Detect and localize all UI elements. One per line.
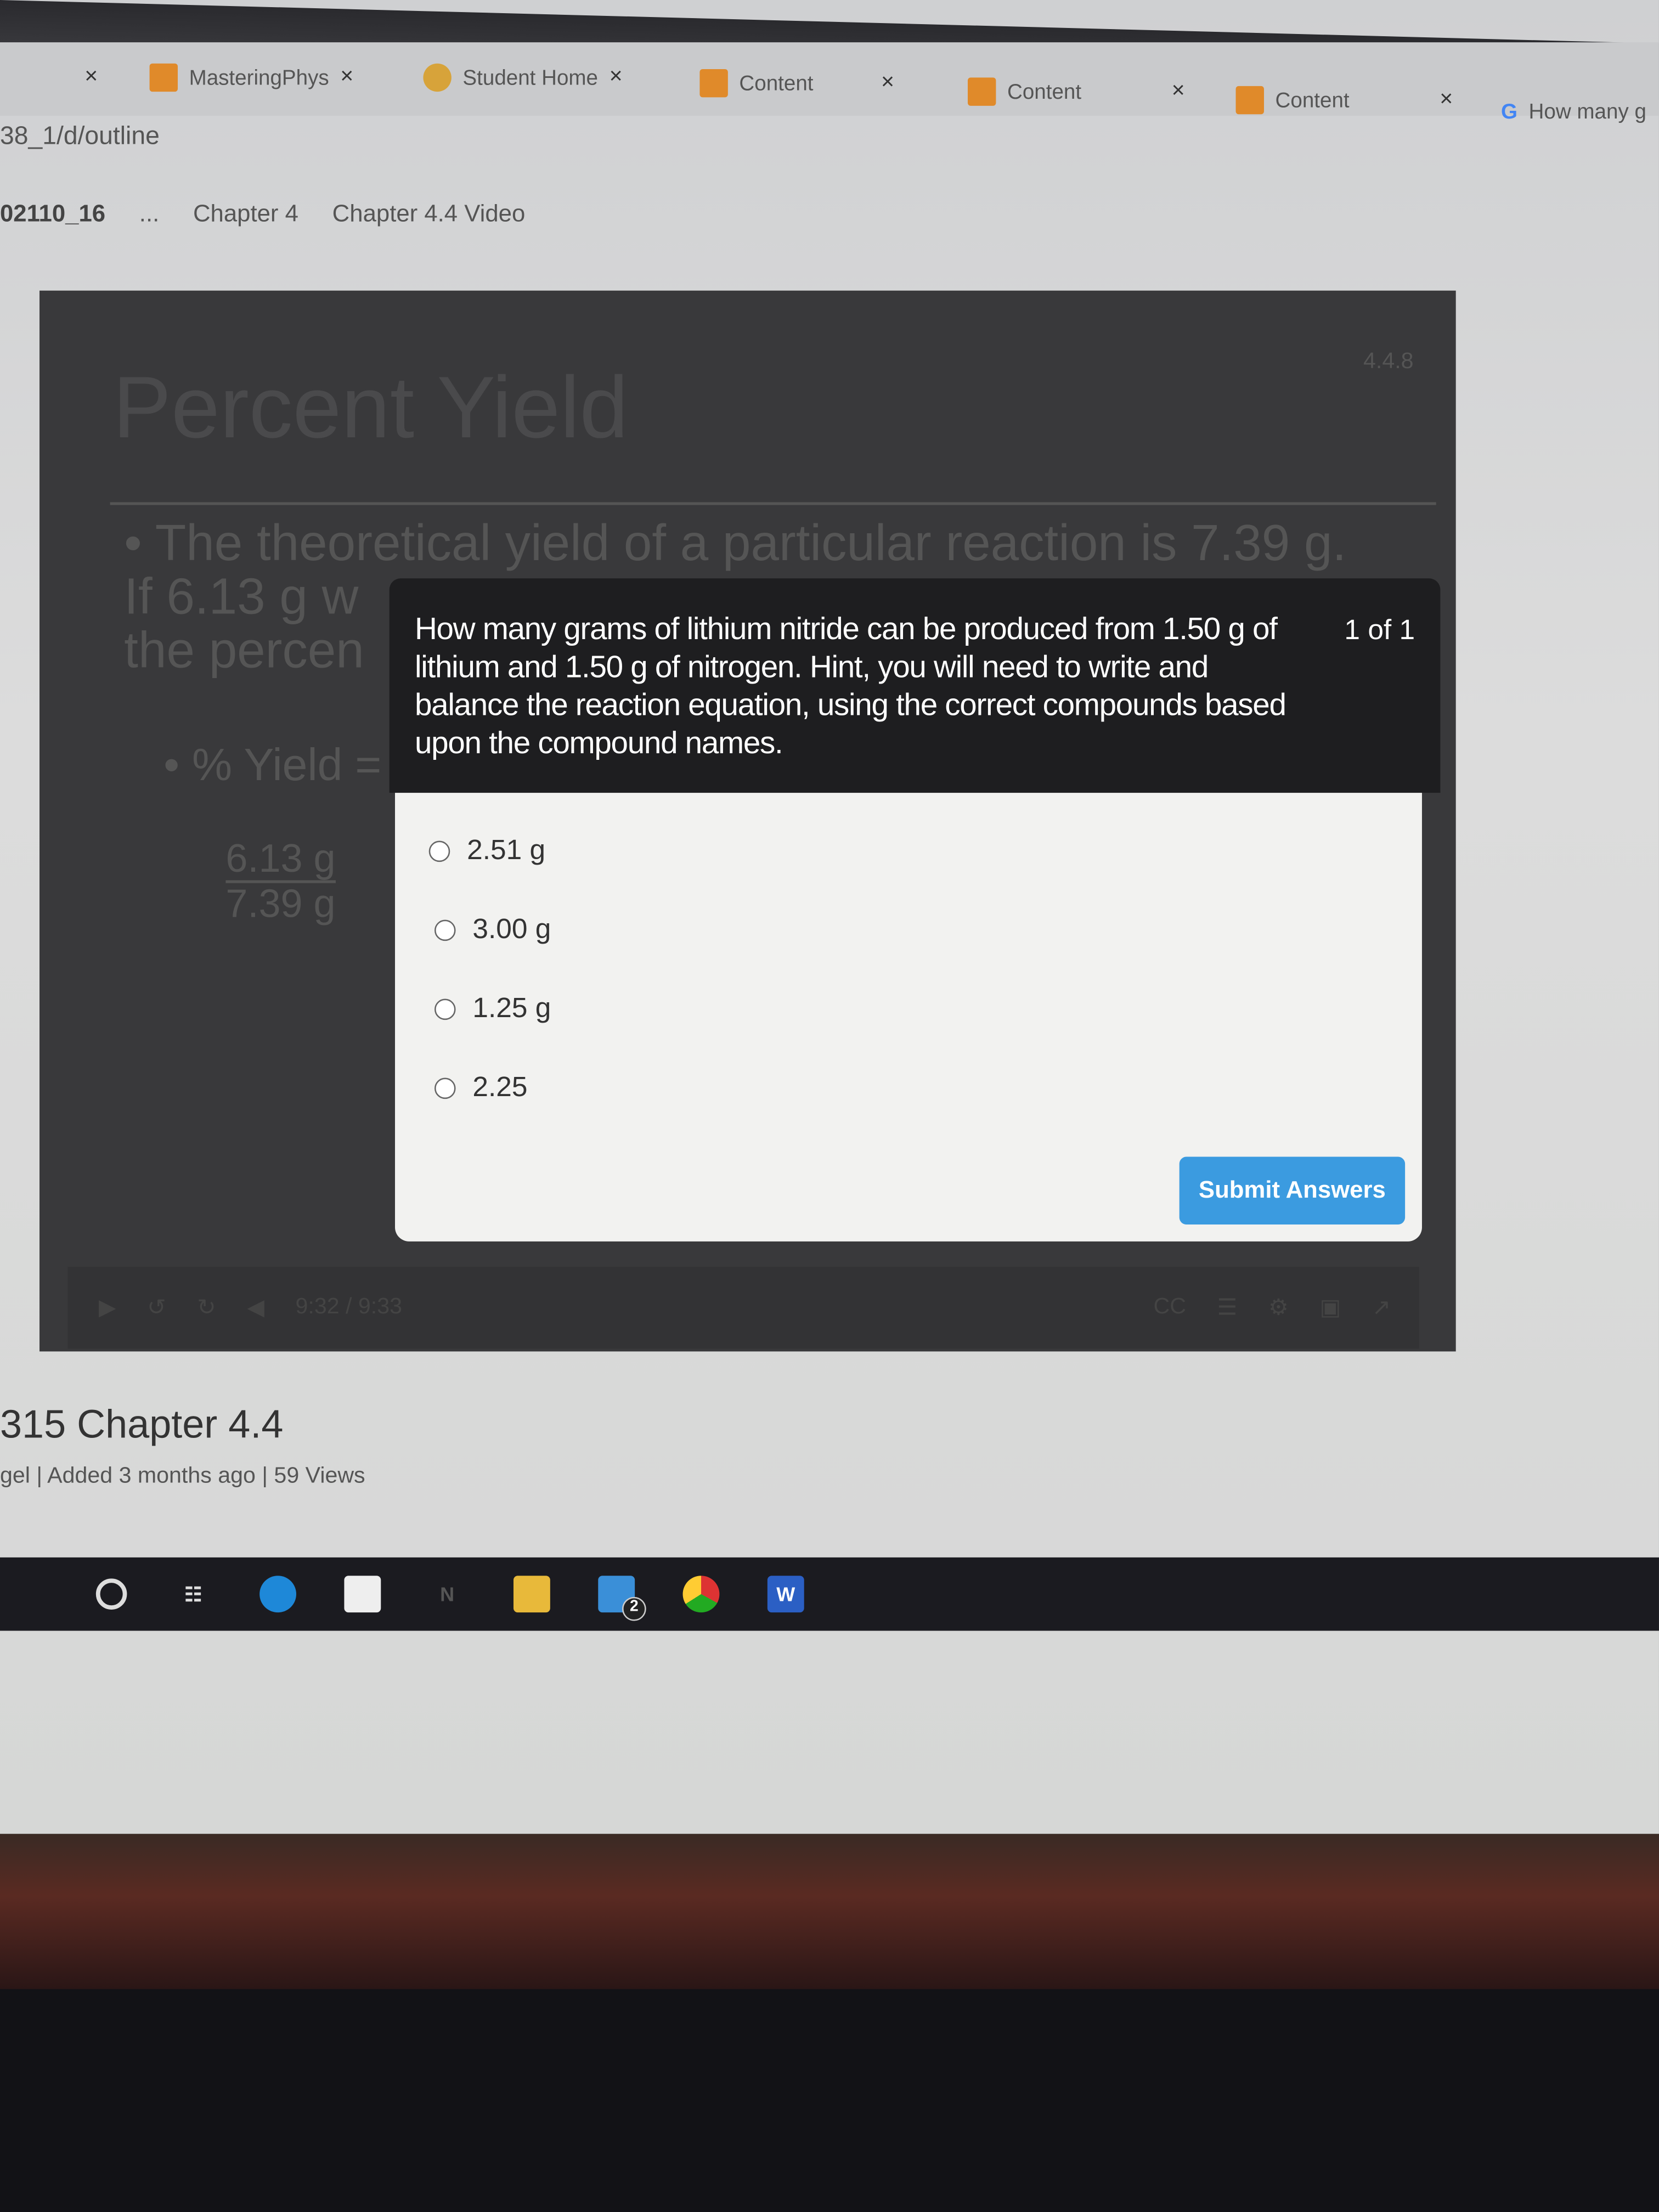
play-icon[interactable]: ▶ xyxy=(99,1294,116,1322)
share-icon[interactable]: ↗ xyxy=(1372,1294,1391,1322)
tab-student-home[interactable]: Student Home × xyxy=(423,57,623,99)
radio-button[interactable] xyxy=(434,1077,456,1099)
mail-icon[interactable]: 2 xyxy=(598,1576,646,1621)
close-icon[interactable]: × xyxy=(610,65,623,90)
dots-icon xyxy=(423,63,452,92)
tab-google[interactable]: G How many g xyxy=(1501,91,1646,133)
slide-yield: • % Yield = xyxy=(163,739,382,790)
time-display: 9:32 / 9:33 xyxy=(295,1295,403,1319)
task-view-icon[interactable]: ☷ xyxy=(175,1576,212,1612)
pencil-icon xyxy=(699,69,728,98)
rewind-icon[interactable]: ↺ xyxy=(147,1294,166,1322)
mastering-icon xyxy=(149,63,178,92)
mail-badge: 2 xyxy=(622,1596,646,1621)
tab-content-1[interactable]: Content × xyxy=(699,62,894,104)
breadcrumb: 02110_16 ... Chapter 4 Chapter 4.4 Video xyxy=(0,200,525,228)
breadcrumb-ellipsis[interactable]: ... xyxy=(139,200,159,228)
video-meta: gel | Added 3 months ago | 59 Views xyxy=(0,1464,365,1488)
option-1[interactable]: 2.51 g xyxy=(428,835,545,867)
word-icon[interactable]: W xyxy=(767,1576,804,1613)
slide-number: 4.4.8 xyxy=(1363,349,1414,374)
forward-icon[interactable]: ↻ xyxy=(197,1294,216,1322)
close-icon[interactable]: × xyxy=(1440,87,1453,112)
submit-answers-button[interactable]: Submit Answers xyxy=(1179,1156,1406,1224)
breadcrumb-course[interactable]: 02110_16 xyxy=(0,200,105,228)
video-controls: ▶ ↺ ↻ ◀ 9:32 / 9:33 CC ☰ ⚙ ▣ ↗ xyxy=(67,1267,1419,1349)
chrome-icon[interactable] xyxy=(682,1576,720,1613)
pencil-icon xyxy=(1235,86,1264,115)
taskbar: ☷ N 2 W xyxy=(0,1557,1659,1631)
cortana-icon[interactable] xyxy=(95,1578,127,1610)
gear-icon[interactable]: ⚙ xyxy=(1268,1294,1289,1322)
edge-icon[interactable] xyxy=(259,1576,296,1613)
cc-button[interactable]: CC xyxy=(1154,1295,1186,1321)
video-title: 315 Chapter 4.4 xyxy=(0,1402,284,1446)
address-bar[interactable]: 38_1/d/outline xyxy=(0,121,160,151)
quiz-options: 2.51 g 3.00 g 1.25 g 2.25 Submit Answers xyxy=(394,793,1422,1242)
quiz-count: 1 of 1 xyxy=(1344,615,1415,646)
close-icon[interactable]: × xyxy=(881,71,894,96)
slide-title: Percent Yield xyxy=(112,359,629,458)
option-2[interactable]: 3.00 g xyxy=(434,914,551,946)
tab-content-3[interactable]: Content × xyxy=(1235,79,1453,121)
file-explorer-icon[interactable] xyxy=(513,1576,550,1613)
store-icon[interactable] xyxy=(344,1576,381,1613)
close-icon[interactable]: × xyxy=(340,65,353,90)
google-icon: G xyxy=(1500,99,1517,123)
tab-content-2[interactable]: Content × xyxy=(967,71,1185,113)
quiz-question: How many grams of lithium nitride can be… xyxy=(414,611,1286,760)
breadcrumb-chapter[interactable]: Chapter 4 xyxy=(193,200,298,228)
radio-button[interactable] xyxy=(434,919,456,941)
screen: × MasteringPhys × Student Home × Content × … xyxy=(0,0,1659,1834)
close-icon[interactable]: × xyxy=(1172,79,1185,104)
option-4[interactable]: 2.25 xyxy=(434,1072,528,1104)
quiz-header: How many grams of lithium nitride can be… xyxy=(389,578,1441,793)
tab-close-button[interactable]: × xyxy=(84,57,98,99)
pencil-icon xyxy=(967,77,996,106)
laptop-body xyxy=(0,1833,1659,1989)
tab-masteringphysics[interactable]: MasteringPhys × xyxy=(149,57,353,99)
breadcrumb-video: Chapter 4.4 Video xyxy=(332,200,526,227)
divider xyxy=(110,502,1436,505)
chapters-icon[interactable]: ☰ xyxy=(1217,1294,1238,1322)
radio-button[interactable] xyxy=(428,840,450,862)
pip-icon[interactable]: ▣ xyxy=(1319,1294,1341,1322)
slide-fraction: 6.13 g 7.39 g xyxy=(225,836,336,926)
volume-icon[interactable]: ◀ xyxy=(247,1294,264,1322)
option-3[interactable]: 1.25 g xyxy=(434,993,551,1025)
onenote-icon[interactable]: N xyxy=(429,1576,466,1612)
radio-button[interactable] xyxy=(434,998,456,1020)
